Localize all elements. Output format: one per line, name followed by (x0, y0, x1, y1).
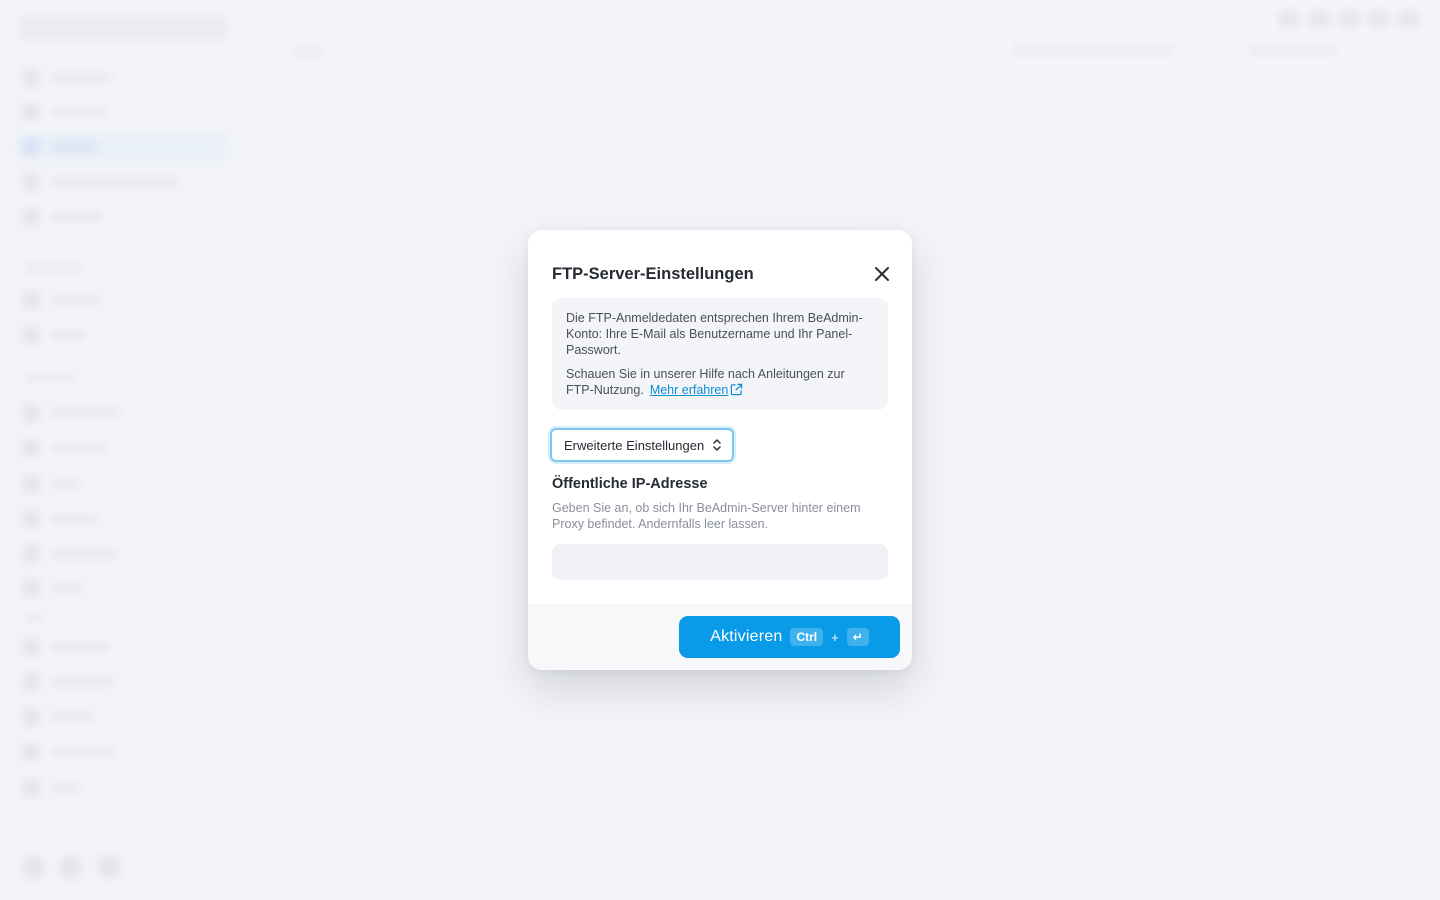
activate-button[interactable]: Aktivieren Ctrl + ↵ (679, 616, 900, 658)
info-text-credentials: Die FTP-Anmeldedaten entsprechen Ihrem B… (566, 311, 863, 357)
ftp-settings-dialog: FTP-Server-Einstellungen Die FTP-Anmelde… (528, 230, 912, 670)
dialog-header: FTP-Server-Einstellungen (552, 246, 896, 302)
public-ip-input[interactable] (552, 544, 888, 580)
modal-overlay: FTP-Server-Einstellungen Die FTP-Anmelde… (0, 0, 1440, 900)
dialog-title: FTP-Server-Einstellungen (552, 264, 754, 283)
public-ip-label: Öffentliche IP-Adresse (552, 476, 708, 492)
external-link-icon (731, 383, 743, 396)
shortcut-plus: + (831, 629, 839, 645)
chevron-up-down-icon (713, 439, 721, 451)
enter-key-icon: ↵ (846, 628, 869, 646)
info-text-help: Schauen Sie in unserer Hilfe nach Anleit… (566, 366, 874, 398)
close-button[interactable] (868, 260, 896, 288)
info-notice: Die FTP-Anmeldedaten entsprechen Ihrem B… (552, 298, 888, 410)
advanced-settings-select[interactable]: Erweiterte Einstellungen (550, 428, 734, 462)
learn-more-label: Mehr erfahren (649, 383, 729, 397)
dialog-footer: Aktivieren Ctrl + ↵ (528, 604, 912, 670)
activate-label: Aktivieren (710, 628, 783, 645)
learn-more-link[interactable]: Mehr erfahren (650, 383, 744, 397)
public-ip-help-text: Geben Sie an, ob sich Ihr BeAdmin-Server… (552, 501, 861, 531)
close-icon (875, 267, 889, 281)
shortcut-ctrl-key: Ctrl (790, 628, 824, 646)
advanced-settings-label: Erweiterte Einstellungen (564, 437, 705, 453)
